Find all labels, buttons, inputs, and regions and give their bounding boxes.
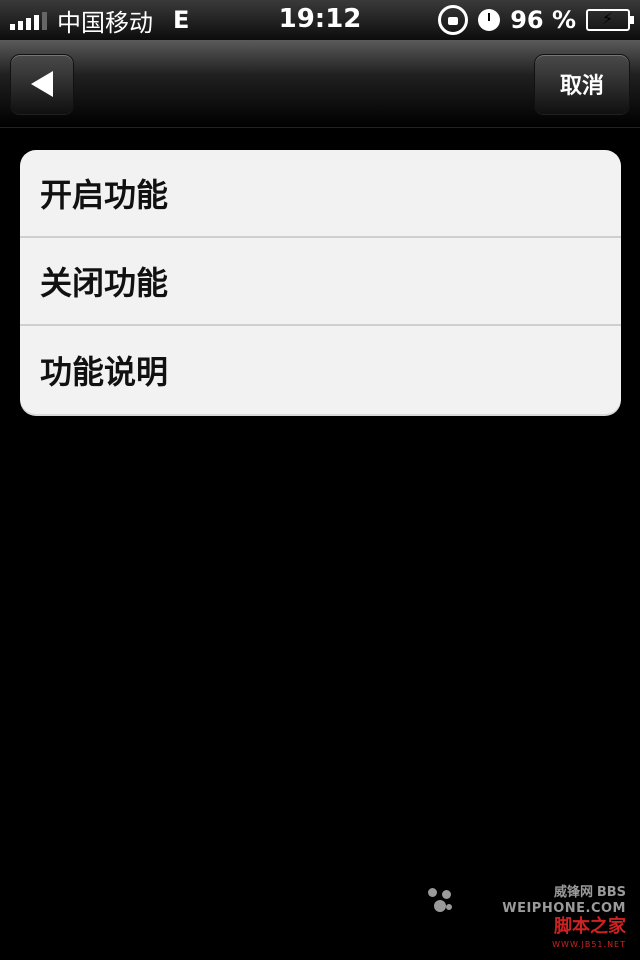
alarm-icon: [478, 9, 501, 31]
watermark-url: WWW.JB51.NET: [552, 940, 626, 949]
menu-item-enable[interactable]: 开启功能: [20, 150, 621, 238]
watermark-site-en: WEIPHONE.COM: [502, 901, 626, 916]
rotation-lock-icon: [438, 5, 469, 35]
watermark-site-cn: 威锋网: [553, 885, 593, 900]
watermark-home: 脚本之家: [554, 916, 626, 937]
weiphone-logo-icon: [428, 888, 456, 916]
status-bar: 中国移动 E 19:12 96 %: [0, 0, 640, 40]
menu-item-disable[interactable]: 关闭功能: [20, 238, 621, 326]
status-right-group: 96 %: [438, 5, 634, 35]
carrier-name: 中国移动: [57, 8, 153, 37]
watermark: 威锋网 BBS WEIPHONE.COM 脚本之家 WWW.JB51.NET: [426, 884, 626, 949]
network-type: E: [173, 6, 190, 34]
menu-item-instructions[interactable]: 功能说明: [20, 326, 621, 414]
back-arrow-icon: [31, 71, 53, 97]
menu-list: 开启功能 关闭功能 功能说明: [20, 150, 621, 414]
back-button[interactable]: [10, 54, 74, 114]
navigation-bar: 取消: [0, 40, 640, 128]
cancel-button[interactable]: 取消: [534, 54, 630, 114]
battery-charging-icon: [586, 9, 634, 31]
signal-icon: [10, 10, 47, 30]
watermark-bbs: BBS: [596, 885, 626, 900]
battery-percent: 96 %: [510, 6, 576, 34]
